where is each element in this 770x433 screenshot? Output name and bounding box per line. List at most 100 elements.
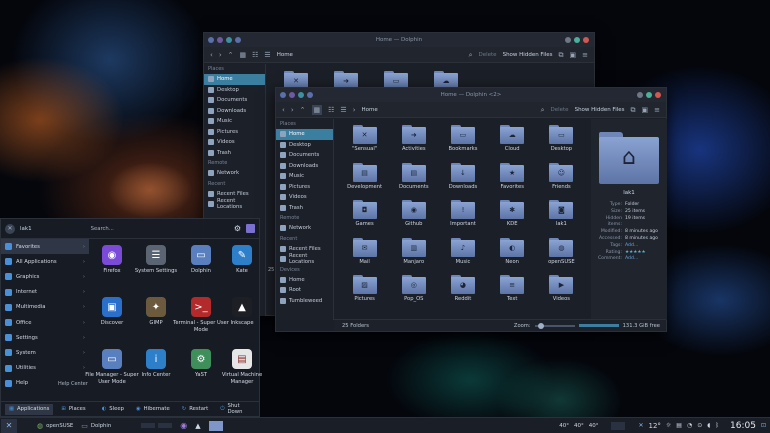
file-item[interactable]: ◎ Pop_OS [389, 275, 438, 313]
forward-icon[interactable]: › [219, 50, 222, 60]
updates-icon[interactable]: ◔ [687, 422, 692, 429]
pin-icon[interactable] [246, 224, 255, 233]
zoom-slider[interactable] [534, 322, 575, 329]
window-titlebar[interactable]: Home — Dolphin [204, 33, 594, 47]
launcher-icon[interactable]: ✕ [1, 418, 17, 433]
sidebar-item-pictures[interactable]: Pictures [276, 182, 333, 193]
category-favorites[interactable]: Favorites › [1, 239, 89, 255]
tab-places[interactable]: ⊞ Places [57, 406, 89, 412]
file-item[interactable]: ↓ Downloads [438, 162, 487, 201]
file-item[interactable]: ≡ Text [488, 275, 537, 313]
pager[interactable] [141, 423, 173, 428]
pager-desktop[interactable] [141, 423, 156, 428]
sidebar-item-videos[interactable]: Videos [276, 192, 333, 203]
sidebar-item-home[interactable]: Home [204, 74, 265, 85]
preview-icon[interactable]: ▣ [642, 105, 649, 115]
task-opensuse[interactable]: ◍ openSUSE [37, 422, 73, 430]
task-dolphin-2[interactable] [208, 420, 223, 431]
sidebar-item-downloads[interactable]: Downloads [276, 161, 333, 172]
show-desktop-icon[interactable]: ⊡ [761, 422, 766, 429]
bluetooth-icon[interactable]: ᛒ [715, 422, 719, 429]
restart-button[interactable]: ↻ Restart [178, 406, 213, 412]
file-item[interactable]: ▶ Videos [537, 275, 586, 313]
show-hidden-files-button[interactable]: Show Hidden Files [575, 107, 625, 113]
zoom-slider-handle[interactable] [537, 322, 544, 329]
details-view-icon[interactable]: ☰ [340, 105, 346, 115]
split-icon[interactable]: ⧉ [631, 105, 636, 115]
sleep-button[interactable]: ◐ Sleep [98, 406, 128, 412]
sidebar-item-recent-locations[interactable]: Recent Locations [276, 253, 333, 265]
category-internet[interactable]: Internet › [1, 285, 89, 300]
pager-desktop[interactable] [158, 423, 173, 428]
split-icon[interactable]: ⧉ [559, 50, 564, 60]
sidebar-item-device-tumbleweed[interactable]: Tumbleweed [276, 296, 333, 307]
preview-icon[interactable]: ▣ [570, 50, 577, 60]
sidebar-item-documents[interactable]: Documents [276, 150, 333, 161]
window-titlebar[interactable]: Home — Dolphin <2> [276, 88, 666, 102]
sidebar-item-pictures[interactable]: Pictures [204, 127, 265, 138]
sidebar-item-music[interactable]: Music [204, 116, 265, 127]
file-item[interactable]: ▤ Documents [389, 162, 438, 201]
maximize-button[interactable] [574, 37, 580, 43]
forward-icon[interactable]: › [291, 105, 294, 115]
sidebar-item-videos[interactable]: Videos [204, 137, 265, 148]
file-item[interactable]: ☺ Friends [537, 162, 586, 201]
sidebar-item-downloads[interactable]: Downloads [204, 106, 265, 117]
file-item[interactable]: ◕ Reddit [438, 275, 487, 313]
close-button[interactable] [583, 37, 589, 43]
shutdown-button[interactable]: ⏻ Shut Down [216, 403, 255, 415]
details-view-icon[interactable]: ☰ [264, 50, 270, 60]
category-office[interactable]: Office › [1, 315, 89, 330]
file-item[interactable]: ▭ Desktop [537, 125, 586, 163]
file-item[interactable]: ! Important [438, 200, 487, 238]
network-monitor-icon[interactable] [611, 421, 626, 430]
app-kate[interactable]: ✎ Kate [214, 245, 270, 275]
search-input[interactable]: Search... [91, 226, 229, 232]
task-firefox[interactable]: ◉ [180, 421, 187, 430]
file-item[interactable]: ◐ Neon [488, 237, 537, 276]
sidebar-item-documents[interactable]: Documents [204, 95, 265, 106]
up-icon[interactable]: ⌃ [300, 105, 306, 115]
file-item[interactable]: ◘ Games [340, 200, 389, 238]
sidebar-item-desktop[interactable]: Desktop [204, 85, 265, 96]
sidebar-item-network[interactable]: Network [276, 223, 333, 234]
category-multimedia[interactable]: Multimedia › [1, 300, 89, 315]
clock[interactable]: 16:05 [730, 421, 756, 431]
back-icon[interactable]: ‹ [210, 50, 213, 60]
up-icon[interactable]: ⌃ [228, 50, 234, 60]
minimize-button[interactable] [637, 92, 643, 98]
sidebar-item-device-home[interactable]: Home [276, 275, 333, 286]
file-item[interactable]: ▥ Manjaro [389, 237, 438, 276]
task-dolphin[interactable]: ▭ Dolphin [81, 422, 111, 430]
close-button[interactable] [655, 92, 661, 98]
avatar[interactable]: ✕ [5, 223, 15, 234]
sidebar-item-home[interactable]: Home [276, 129, 333, 140]
notifications-icon[interactable]: ⊙ [697, 422, 702, 429]
file-item[interactable]: ♪ Music [438, 237, 487, 276]
app-inkscape[interactable]: ▲ Inkscape [214, 297, 270, 327]
file-item[interactable]: ◉ Github [389, 200, 438, 238]
volume-icon[interactable]: ◖ [707, 422, 710, 429]
file-item[interactable]: ★ Favorites [488, 162, 537, 201]
category-all-applications[interactable]: All Applications › [1, 254, 89, 269]
tab-applications[interactable]: ▦ Applications [5, 403, 54, 415]
file-item[interactable]: ☁ Cloud [488, 125, 537, 163]
menu-icon[interactable]: ≡ [654, 105, 660, 115]
sidebar-item-device-root[interactable]: Root [276, 285, 333, 296]
category-utilities[interactable]: Utilities › [1, 361, 89, 376]
clipboard-icon[interactable]: ▤ [676, 422, 682, 429]
menu-icon[interactable]: ≡ [582, 50, 588, 60]
icons-view-icon[interactable]: ▦ [311, 104, 323, 115]
category-graphics[interactable]: Graphics › [1, 269, 89, 284]
info-value[interactable]: Add... [625, 243, 638, 250]
sidebar-item-network[interactable]: Network [204, 168, 265, 179]
sidebar-item-recent-locations[interactable]: Recent Locations [204, 198, 265, 210]
settings-icon[interactable]: ⚙ [234, 224, 241, 233]
file-item[interactable]: ✕ "Sensual" [340, 125, 389, 163]
file-item[interactable]: ➜ Activities [389, 125, 438, 163]
sidebar-item-music[interactable]: Music [276, 171, 333, 182]
back-icon[interactable]: ‹ [282, 105, 285, 115]
delete-button[interactable]: Delete [551, 107, 569, 113]
app-virtual-machine-manager[interactable]: ▤ Virtual Machine Manager [214, 349, 270, 385]
task-inkscape[interactable]: ▲ [195, 422, 200, 430]
